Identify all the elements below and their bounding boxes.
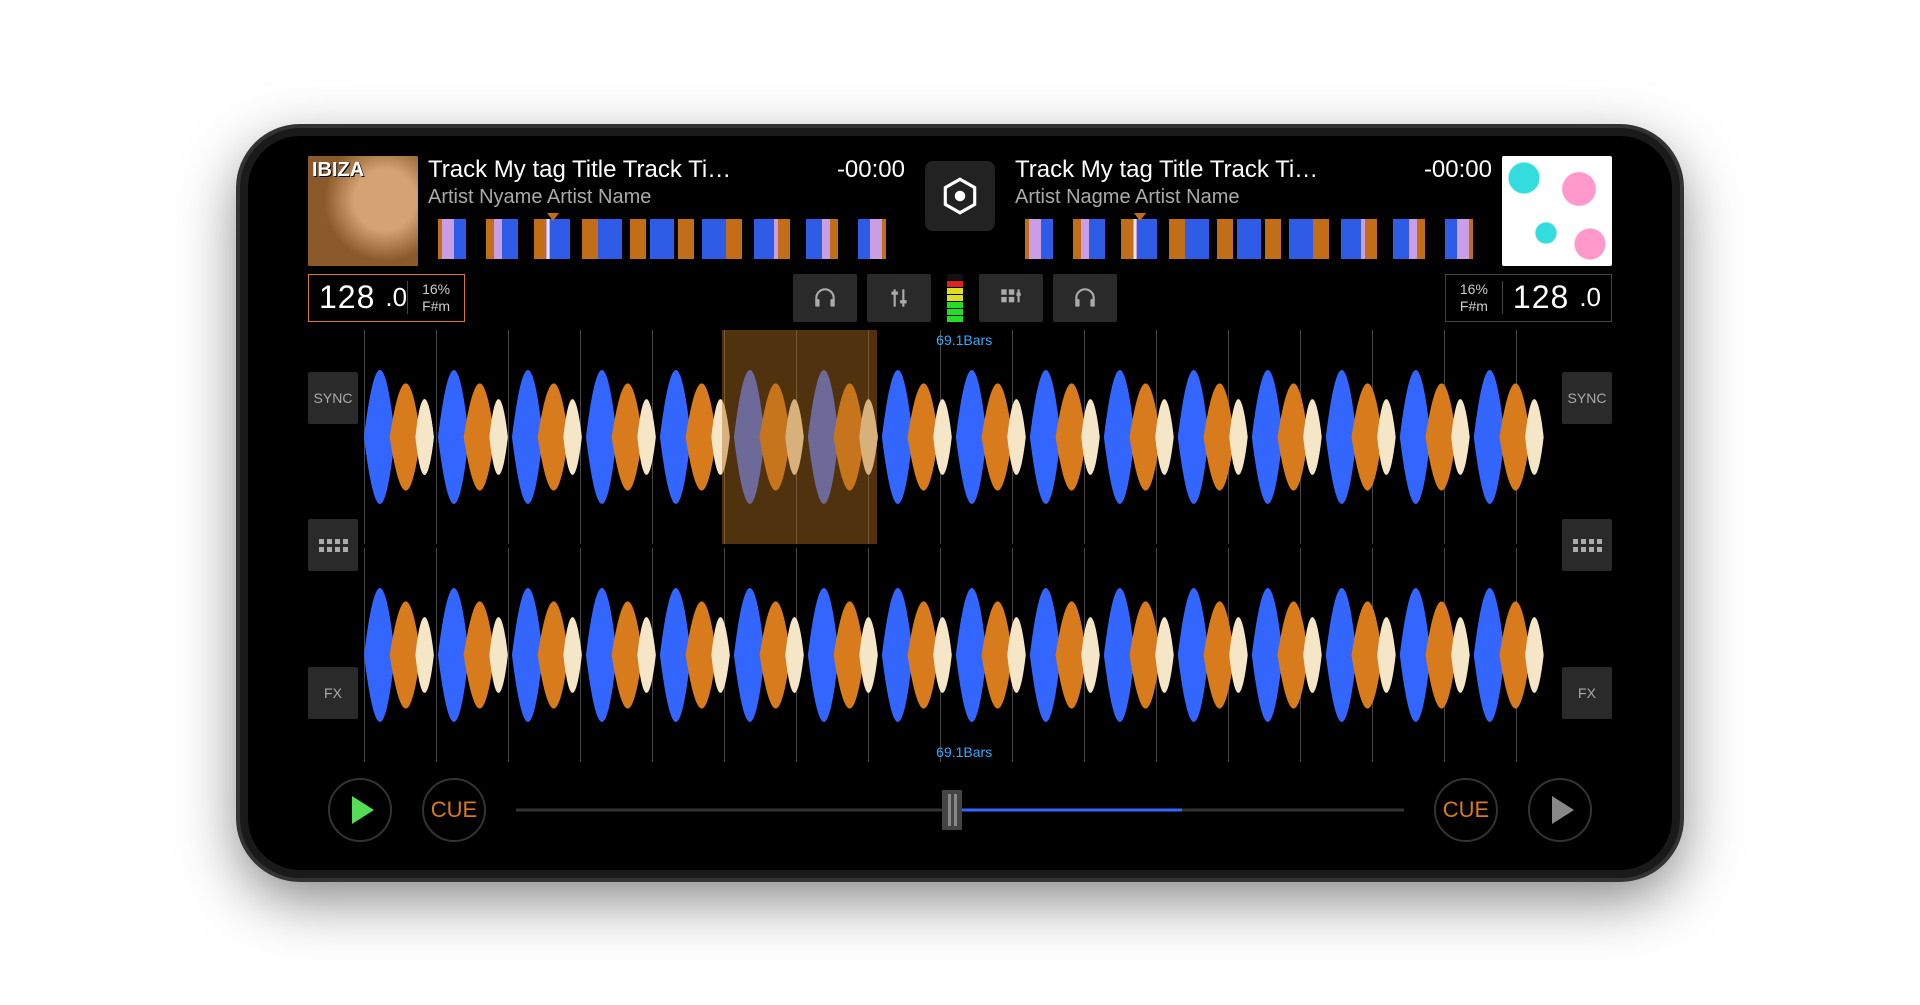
deck-a-waveform[interactable]: 69.1Bars — [364, 330, 1556, 544]
deck-a-bars-label: 69.1Bars — [936, 332, 992, 348]
deck-a-bpm-meta: 16% F#m — [407, 281, 464, 315]
left-side-buttons: SYNC FX — [308, 330, 358, 762]
deck-a-pitch: 16% — [422, 281, 450, 298]
master-vu-meter — [947, 274, 963, 322]
cue-label: CUE — [431, 797, 477, 823]
header-row: Track My tag Title Track Ti… -00:00 Arti… — [308, 156, 1612, 266]
deck-a-key: F#m — [422, 298, 450, 315]
deck-b-pads-button[interactable] — [979, 274, 1043, 322]
deck-b-wave-svg — [364, 548, 1556, 762]
deck-a-play-button[interactable] — [328, 778, 392, 842]
right-side-buttons: SYNC FX — [1562, 330, 1612, 762]
deck-a-overview-waveform[interactable] — [428, 219, 905, 259]
crossfader-knob[interactable] — [942, 790, 962, 830]
deck-b-title: Track My tag Title Track Ti… — [1015, 156, 1414, 184]
deck-b-hotcue-grid-button[interactable] — [1562, 519, 1612, 571]
play-icon — [352, 796, 374, 824]
deck-b-waveform[interactable]: 69.1Bars — [364, 548, 1556, 762]
waveform-area: SYNC FX 69.1Bars — [308, 330, 1612, 762]
deck-b-overview-waveform[interactable] — [1015, 219, 1492, 259]
bpm-controls-row: 128.0 16% F#m 16% F#m — [308, 274, 1612, 322]
deck-a-headphone-cue-button[interactable] — [793, 274, 857, 322]
deck-a-loop-region[interactable] — [722, 330, 877, 544]
sliders-icon — [886, 285, 912, 311]
deck-b-bpm-dec: .0 — [1579, 282, 1611, 313]
headphones-icon — [812, 285, 838, 311]
deck-b-sync-button[interactable]: SYNC — [1562, 372, 1612, 424]
deck-b-cue-button[interactable]: CUE — [1434, 778, 1498, 842]
deck-a-bpm-dec: .0 — [385, 282, 407, 313]
dj-app-screen: Track My tag Title Track Ti… -00:00 Arti… — [308, 156, 1612, 850]
deck-a-artist: Artist Nyame Artist Name — [428, 186, 905, 209]
deck-a-wave-svg — [364, 330, 1556, 544]
deck-b-bpm-int: 128 — [1503, 279, 1579, 316]
deck-b-fx-button[interactable]: FX — [1562, 667, 1612, 719]
deck-b-track-info[interactable]: Track My tag Title Track Ti… -00:00 Arti… — [1015, 156, 1492, 259]
deck-a-time: -00:00 — [837, 156, 905, 184]
deck-b-bpm-box[interactable]: 16% F#m 128.0 — [1445, 274, 1612, 322]
deck-a-fx-button[interactable]: FX — [308, 667, 358, 719]
deck-a-hotcue-grid-button[interactable] — [308, 519, 358, 571]
deck-b-bars-label: 69.1Bars — [936, 744, 992, 760]
rekordbox-icon — [939, 175, 981, 217]
waveform-main: 69.1Bars — [364, 330, 1556, 762]
deck-a-bpm-int: 128 — [309, 279, 385, 316]
deck-a-bpm-box[interactable]: 128.0 16% F#m — [308, 274, 465, 322]
deck-a-album-art[interactable] — [308, 156, 418, 266]
crossfader[interactable] — [516, 790, 1404, 830]
play-icon — [1552, 796, 1574, 824]
deck-b-artist: Artist Nagme Artist Name — [1015, 186, 1492, 209]
deck-a-sync-button[interactable]: SYNC — [308, 372, 358, 424]
deck-a-cue-button[interactable]: CUE — [422, 778, 486, 842]
deck-b-pitch: 16% — [1460, 281, 1488, 298]
deck-b-time: -00:00 — [1424, 156, 1492, 184]
pads-icon — [998, 285, 1024, 311]
deck-b-headphone-cue-button[interactable] — [1053, 274, 1117, 322]
transport-bar: CUE CUE — [308, 770, 1612, 850]
deck-b-play-button[interactable] — [1528, 778, 1592, 842]
deck-b-key: F#m — [1460, 298, 1488, 315]
headphones-icon — [1072, 285, 1098, 311]
cue-label: CUE — [1443, 797, 1489, 823]
deck-a-mixer-button[interactable] — [867, 274, 931, 322]
app-logo-button[interactable] — [925, 161, 995, 231]
phone-frame: Track My tag Title Track Ti… -00:00 Arti… — [240, 128, 1680, 878]
deck-b-bpm-meta: 16% F#m — [1446, 281, 1503, 315]
deck-a-title: Track My tag Title Track Ti… — [428, 156, 827, 184]
deck-b-album-art[interactable] — [1502, 156, 1612, 266]
deck-a-track-info[interactable]: Track My tag Title Track Ti… -00:00 Arti… — [428, 156, 905, 259]
